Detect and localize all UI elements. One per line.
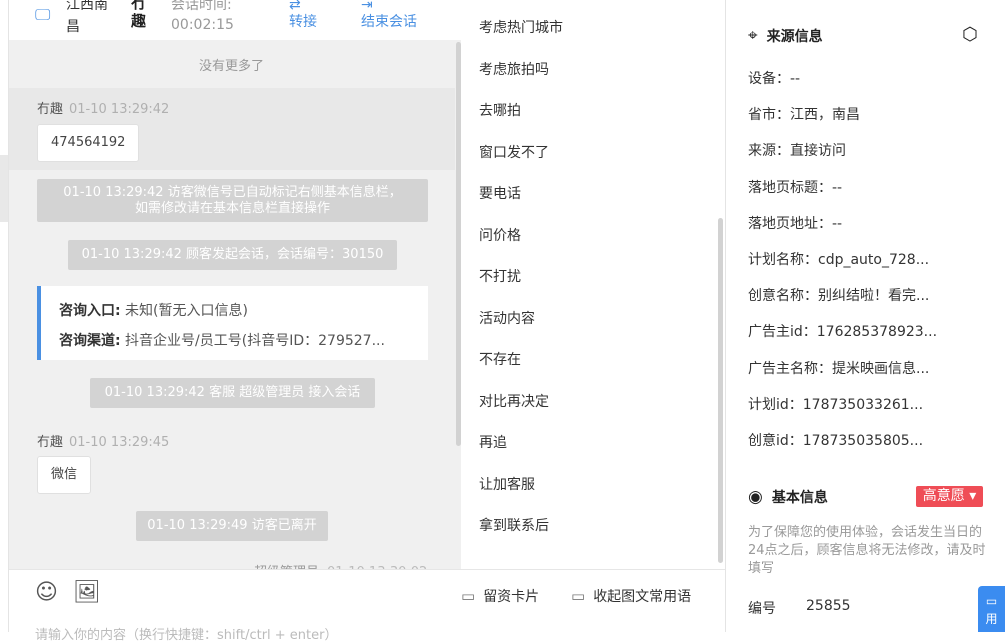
- left-edge-strip: [0, 155, 8, 222]
- image-icon[interactable]: 🖼: [73, 580, 101, 605]
- sender-name: 冇趣: [37, 435, 64, 450]
- message-meta: 冇趣 01-10 13:29:42: [37, 98, 169, 117]
- system-notice-session-start: 01-10 13:29:42 顾客发起会话，会话编号：30150: [68, 240, 397, 270]
- chat-header: 🖵 江西南昌 冇趣 会话时间: 00:02:15 ⇄ 转接 ⇥ 结束会话: [9, 0, 462, 40]
- visitor-info-panel: ⌖ 来源信息 ⬡ 设备：-- 省市：江西，南昌 来源：直接访问 落地页标题：-- 落地页地…: [725, 0, 1005, 632]
- source-info-row: 省市：江西，南昌: [748, 107, 860, 124]
- quick-reply-item[interactable]: 对比再决定: [479, 391, 549, 411]
- collapse-phrases-button[interactable]: ▭ 收起图文常用语: [571, 586, 691, 606]
- basic-info-header: ◉ 基本信息: [748, 487, 828, 507]
- emoji-icon[interactable]: ☺: [35, 580, 58, 605]
- id-value: 25855: [806, 598, 851, 614]
- no-more-history: 没有更多了: [198, 59, 264, 74]
- quick-reply-scrollbar[interactable]: [718, 218, 723, 563]
- visitor-location: 江西南昌: [66, 0, 108, 35]
- quick-reply-item[interactable]: 再追: [479, 432, 507, 452]
- source-info-row: 计划id：178735033261...: [748, 396, 924, 413]
- message-time: 01-10 13:29:45: [69, 435, 170, 450]
- inquiry-channel: 咨询渠道: 抖音企业号/员工号(抖音号ID：279527...: [59, 333, 385, 349]
- location-pin-icon: ⌖: [748, 26, 758, 46]
- quick-reply-item[interactable]: 活动内容: [479, 308, 535, 328]
- source-info-row: 创意名称：别纠结啦！看完...: [748, 288, 930, 305]
- session-time-label: 会话时间:: [171, 0, 232, 13]
- source-info-header: ⌖ 来源信息: [748, 26, 823, 46]
- quick-reply-item[interactable]: 不打扰: [479, 266, 521, 286]
- quick-reply-item[interactable]: 要电话: [479, 183, 521, 203]
- sender-name: 冇趣: [37, 102, 64, 117]
- source-info-row: 广告主id：176285378923...: [748, 324, 938, 341]
- floating-service-button[interactable]: ▭ 用: [978, 586, 1005, 632]
- system-notice-wechat: 01-10 13:29:42 访客微信号已自动标记右侧基本信息栏， 如需修改请在基…: [37, 179, 428, 222]
- session-time: 00:02:15: [171, 17, 234, 33]
- chat-panel: 🖵 江西南昌 冇趣 会话时间: 00:02:15 ⇄ 转接 ⇥ 结束会话 没有更…: [8, 0, 462, 643]
- inquiry-info-card: 咨询入口: 未知(暂无入口信息) 咨询渠道: 抖音企业号/员工号(抖音号ID：2…: [37, 286, 428, 360]
- visitor-name: 冇趣: [131, 0, 147, 30]
- message-bubble[interactable]: 微信: [37, 456, 92, 494]
- quick-reply-item[interactable]: 让加客服: [479, 474, 535, 494]
- system-notice-visitor-left: 01-10 13:29:49 访客已离开: [136, 511, 328, 541]
- quick-reply-panel: 考虑热门城市 考虑旅拍吗去哪拍窗口发不了要电话问价格不打扰活动内容不存在对比再决定…: [461, 0, 725, 569]
- card-icon: ▭: [461, 587, 476, 605]
- source-info-row: 创意id：178735035805...: [748, 433, 924, 449]
- id-label: 编号: [748, 601, 776, 617]
- intent-badge[interactable]: 高意愿 ▾: [916, 486, 983, 507]
- quick-reply-item[interactable]: 考虑热门城市: [479, 17, 563, 37]
- monitor-icon: 🖵: [35, 5, 51, 24]
- source-info-row: 计划名称：cdp_auto_728...: [748, 252, 930, 268]
- transfer-icon: ⇄: [289, 0, 301, 13]
- quick-reply-item[interactable]: 窗口发不了: [479, 142, 549, 162]
- chat-icon: ▭: [985, 594, 998, 608]
- message-input[interactable]: 请输入你的内容（换行快捷键：shift/ctrl + enter）: [35, 624, 338, 643]
- quick-reply-item[interactable]: 问价格: [479, 225, 521, 245]
- message-meta: 冇趣 01-10 13:29:45: [37, 431, 169, 450]
- source-info-row: 设备：--: [748, 71, 801, 87]
- exit-icon: ⇥: [361, 0, 373, 13]
- source-info-row: 落地页标题：--: [748, 179, 843, 196]
- settings-icon[interactable]: ⬡: [962, 24, 978, 45]
- quick-reply-item[interactable]: 考虑旅拍吗: [479, 59, 549, 79]
- user-icon: ◉: [748, 487, 763, 507]
- source-info-row: 广告主名称：提米映画信息...: [748, 360, 930, 377]
- quick-reply-item[interactable]: 拿到联系后: [479, 515, 549, 535]
- chat-input-area: ☺ 🖼 请输入你的内容（换行快捷键：shift/ctrl + enter）: [9, 569, 462, 643]
- quick-reply-item[interactable]: 不存在: [479, 349, 521, 369]
- quick-reply-item[interactable]: 去哪拍: [479, 100, 521, 120]
- transfer-button[interactable]: ⇄ 转接: [289, 0, 317, 31]
- message-time: 01-10 13:29:42: [69, 102, 170, 117]
- message-bubble[interactable]: 474564192: [37, 124, 140, 162]
- inquiry-entry: 咨询入口: 未知(暂无入口信息): [59, 303, 248, 319]
- edit-tip: 为了保障您的使用体验，会话发生当日的24点之后，顾客信息将无法修改，请及时填写: [748, 525, 986, 576]
- collapse-icon: ▭: [571, 587, 586, 605]
- source-info-row: 来源：直接访问: [748, 143, 846, 160]
- source-info-row: 落地页地址：--: [748, 215, 843, 232]
- lead-card-button[interactable]: ▭ 留资卡片: [461, 586, 539, 606]
- end-session-button[interactable]: ⇥ 结束会话: [361, 0, 417, 31]
- system-notice-agent-joined: 01-10 13:29:42 客服 超级管理员 接入会话: [90, 378, 375, 408]
- quick-reply-toolbar: ▭ 留资卡片 ▭ 收起图文常用语: [461, 569, 725, 632]
